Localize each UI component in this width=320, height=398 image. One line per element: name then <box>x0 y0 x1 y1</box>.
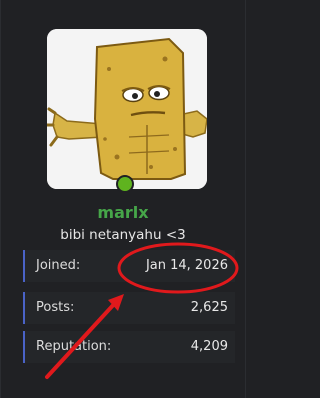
user-tagline: bibi netanyahu <3 <box>60 227 186 243</box>
sponge-character-avatar-image <box>47 29 207 189</box>
reputation-value: 4,209 <box>190 339 228 354</box>
stat-row-joined: Joined: Jan 14, 2026 <box>23 250 235 282</box>
posts-label: Posts: <box>36 300 75 315</box>
online-status-indicator <box>116 175 134 193</box>
reputation-label: Reputation: <box>36 339 112 354</box>
card-right-border <box>245 0 246 398</box>
joined-value: Jan 14, 2026 <box>145 258 228 273</box>
stat-row-posts: Posts: 2,625 <box>23 292 235 324</box>
joined-label: Joined: <box>36 258 81 273</box>
card-left-border <box>0 0 1 398</box>
username[interactable]: marlx <box>0 203 246 222</box>
profile-card: marlx bibi netanyahu <3 Joined: Jan 14, … <box>0 0 246 398</box>
avatar[interactable] <box>47 29 207 189</box>
posts-value[interactable]: 2,625 <box>191 300 228 315</box>
stat-row-reputation: Reputation: 4,209 <box>23 331 235 363</box>
